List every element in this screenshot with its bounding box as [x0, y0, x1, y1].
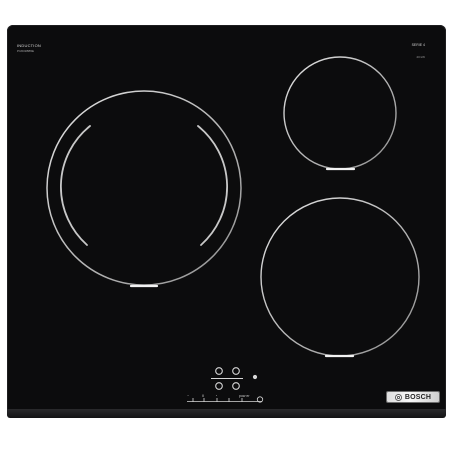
zone-label[interactable]: II: [202, 394, 204, 399]
large-zone-outer-ring: [46, 90, 242, 286]
control-bottom-left-dot: [215, 382, 223, 390]
brand-label: BOSCH: [404, 393, 432, 401]
control-bottom-right-dot: [232, 382, 240, 390]
touch-control-pad: [211, 367, 258, 390]
timer-label[interactable]: ◔: [215, 394, 217, 399]
hob-artwork: [46, 56, 420, 403]
zone-indicator-dot: [252, 374, 258, 380]
minus-label[interactable]: −: [187, 394, 189, 399]
small-zone-ring: [283, 56, 397, 170]
medium-zone-ring: [260, 197, 420, 357]
bosch-badge: BOSCH: [387, 392, 439, 402]
bosch-logo-icon: [394, 393, 402, 401]
bottom-control-strip: [187, 396, 264, 403]
control-top-right-dot: [232, 367, 240, 375]
power-label[interactable]: pow er: [239, 394, 250, 399]
control-top-left-dot: [215, 367, 223, 375]
large-zone-inner-arc-right: [197, 125, 228, 246]
large-zone-inner-arc-left: [60, 125, 91, 246]
induction-hob-stage: INDUCTION PIJ631BB5E SERIE 4 20 kW − II …: [0, 0, 452, 452]
